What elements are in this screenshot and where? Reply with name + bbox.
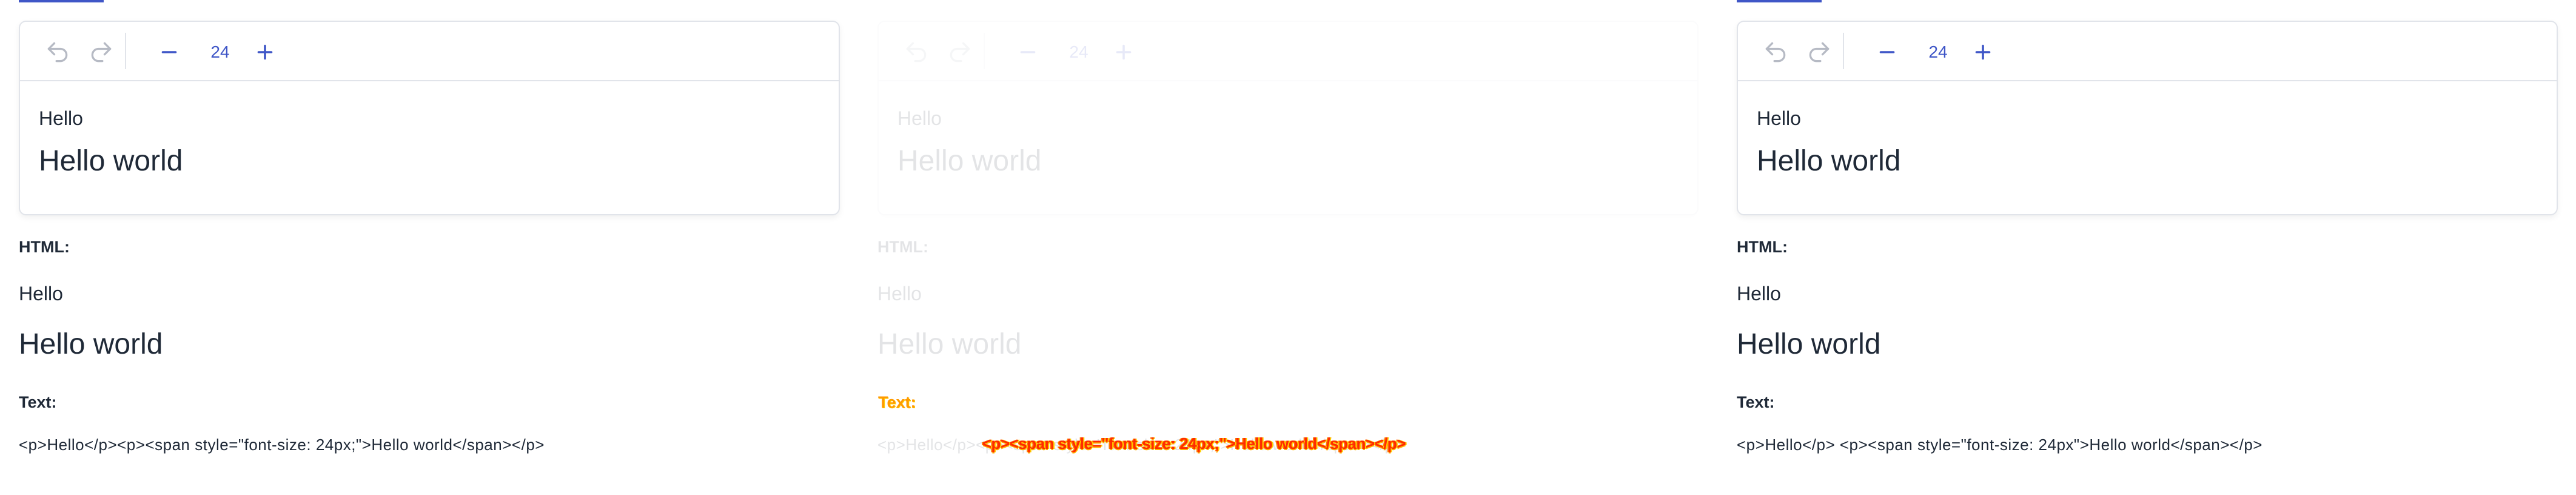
html-label: HTML: bbox=[19, 238, 70, 256]
text-label: Text: bbox=[19, 393, 57, 411]
html-output: Hello Hello world bbox=[19, 274, 163, 366]
decrease-font-size-button[interactable] bbox=[1012, 36, 1044, 68]
toolbar-divider bbox=[984, 33, 985, 69]
redo-button[interactable] bbox=[86, 36, 117, 68]
undo-button[interactable] bbox=[901, 36, 932, 68]
undo-icon bbox=[44, 39, 71, 66]
rich-text-editor: 24 Hello Hello world bbox=[877, 21, 1699, 215]
rich-text-editor: 24 Hello Hello world bbox=[19, 21, 840, 215]
undo-button[interactable] bbox=[42, 36, 73, 68]
plus-icon bbox=[1113, 41, 1135, 63]
text-output: <p>Hello</p><p><span style="font-size: 2… bbox=[19, 436, 545, 454]
minus-icon bbox=[1876, 41, 1898, 63]
editor-paragraph[interactable]: Hello bbox=[1757, 97, 2538, 140]
increase-font-size-button[interactable] bbox=[1967, 36, 1999, 68]
font-size-value[interactable]: 24 bbox=[1920, 39, 1956, 66]
editor-paragraph-large[interactable]: Hello world bbox=[39, 140, 820, 183]
editor-content[interactable]: Hello Hello world bbox=[897, 97, 1679, 183]
minus-icon bbox=[158, 41, 180, 63]
undo-button[interactable] bbox=[1760, 36, 1791, 68]
panel-right: 24 Hello Hello world HTML: Hello Hello w… bbox=[1718, 0, 2561, 495]
glitch-text-output: <p><span style="font-size: 24px;">Hello … bbox=[982, 434, 1406, 453]
editor-toolbar: 24 bbox=[20, 22, 839, 81]
editor-paragraph[interactable]: Hello bbox=[39, 97, 820, 140]
panel-left: 24 Hello Hello world HTML: Hello Hello w… bbox=[0, 0, 843, 495]
html-output-paragraph: Hello bbox=[1737, 283, 1781, 305]
decrease-font-size-button[interactable] bbox=[1871, 36, 1903, 68]
plus-icon bbox=[254, 41, 276, 63]
redo-button[interactable] bbox=[944, 36, 976, 68]
html-label: HTML: bbox=[877, 238, 928, 256]
plus-icon bbox=[1972, 41, 1994, 63]
increase-font-size-button[interactable] bbox=[1108, 36, 1139, 68]
font-size-value[interactable]: 24 bbox=[202, 39, 238, 66]
editor-content[interactable]: Hello Hello world bbox=[39, 97, 820, 183]
html-output-paragraph-large: Hello world bbox=[19, 328, 163, 360]
html-output: Hello Hello world bbox=[877, 274, 1021, 366]
html-output-paragraph-large: Hello world bbox=[877, 328, 1022, 360]
undo-icon bbox=[903, 39, 930, 66]
redo-icon bbox=[947, 39, 973, 66]
editor-paragraph-large[interactable]: Hello world bbox=[897, 140, 1679, 183]
undo-icon bbox=[1762, 39, 1789, 66]
panel-middle: 24 Hello Hello world HTML: Hello Hello w… bbox=[859, 0, 1702, 495]
toolbar-divider bbox=[1843, 33, 1844, 69]
text-label: Text: bbox=[1737, 393, 1775, 411]
editor-toolbar: 24 bbox=[1738, 22, 2557, 81]
toolbar-divider bbox=[125, 33, 126, 69]
editor-paragraph-large[interactable]: Hello world bbox=[1757, 140, 2538, 183]
html-output-paragraph: Hello bbox=[19, 283, 63, 305]
redo-icon bbox=[1806, 39, 1833, 66]
font-size-value[interactable]: 24 bbox=[1061, 39, 1097, 66]
redo-button[interactable] bbox=[1803, 36, 1835, 68]
glitch-text-label: Text: bbox=[878, 393, 916, 411]
editor-paragraph[interactable]: Hello bbox=[897, 97, 1679, 140]
html-output-paragraph-large: Hello world bbox=[1737, 328, 1881, 360]
html-label: HTML: bbox=[1737, 238, 1788, 256]
decrease-font-size-button[interactable] bbox=[153, 36, 185, 68]
redo-icon bbox=[88, 39, 115, 66]
html-output-paragraph: Hello bbox=[877, 283, 922, 305]
editor-toolbar: 24 bbox=[879, 22, 1697, 81]
text-output: <p>Hello</p> <p><span style="font-size: … bbox=[1737, 436, 2262, 454]
increase-font-size-button[interactable] bbox=[249, 36, 281, 68]
html-output: Hello Hello world bbox=[1737, 274, 1880, 366]
rich-text-editor: 24 Hello Hello world bbox=[1737, 21, 2558, 215]
editor-content[interactable]: Hello Hello world bbox=[1757, 97, 2538, 183]
minus-icon bbox=[1017, 41, 1039, 63]
